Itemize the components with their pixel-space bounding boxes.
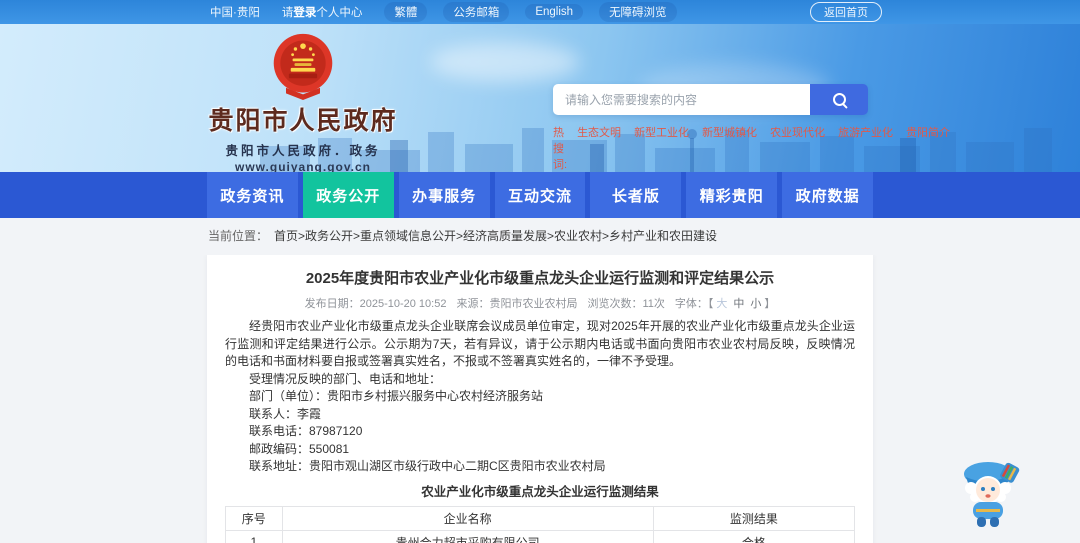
site-url: www.guiyang.gov.cn [234, 160, 371, 172]
page: 中国·贵阳 请登录个人中心 繁體 公务邮箱 English 无障碍浏览 返回首页 [0, 0, 1080, 543]
table-header-row: 序号 企业名称 监测结果 [225, 505, 856, 531]
login-prefix: 请 [281, 7, 294, 19]
hot-word-2[interactable]: 新型工业化 [634, 124, 689, 172]
nav-item-gov-data[interactable]: 政府数据 [782, 172, 874, 218]
breadcrumb: 当前位置： 首页>政务公开>重点领域信息公开>经济高质量发展>农业农村>乡村产业和… [0, 218, 1080, 255]
hot-word-1[interactable]: 生态文明 [577, 124, 621, 172]
site-brand[interactable]: 贵阳市人民政府 贵阳市人民政府．政务 www.guiyang.gov.cn [207, 31, 399, 172]
site-banner: 贵阳市人民政府 贵阳市人民政府．政务 www.guiyang.gov.cn 热搜… [0, 24, 1080, 172]
nav-item-elderly[interactable]: 长者版 [590, 172, 682, 218]
main-content: 2025年度贵阳市农业产业化市级重点龙头企业运行监测和评定结果公示 发布日期：2… [0, 255, 1080, 543]
search-box [553, 84, 868, 115]
nav-items: 政务资讯 政务公开 办事服务 互动交流 长者版 精彩贵阳 政府数据 [207, 172, 874, 218]
topbar-english[interactable]: English [525, 4, 584, 20]
article-title: 2025年度贵阳市农业产业化市级重点龙头企业运行监测和评定结果公示 [305, 270, 775, 287]
hot-word-6[interactable]: 贵阳简介 [906, 124, 950, 172]
hot-word-5[interactable]: 旅游产业化 [838, 124, 893, 172]
row-seq: 1 [225, 529, 283, 543]
article-body: 经贵阳市农业产业化市级重点龙头企业联席会议成员单位审定，现对2025年开展的农业… [225, 318, 855, 476]
site-subtitle: 贵阳市人民政府．政务 [225, 144, 381, 158]
topbar-accessibility[interactable]: 无障碍浏览 [599, 2, 677, 22]
national-emblem-icon [273, 33, 333, 100]
nav-item-news[interactable]: 政务资讯 [207, 172, 298, 218]
font-size-small-button[interactable]: 小 [750, 298, 761, 310]
back-home-button[interactable]: 返回首页 [810, 2, 882, 22]
article-card: 2025年度贵阳市农业产业化市级重点龙头企业运行监测和评定结果公示 发布日期：2… [207, 255, 873, 543]
font-size-large-button[interactable]: 大 [716, 298, 727, 310]
topbar: 中国·贵阳 请登录个人中心 繁體 公务邮箱 English 无障碍浏览 返回首页 [0, 0, 1080, 24]
monitor-result-table: 序号 企业名称 监测结果 1 贵州合力超市采购有限公司 合格 2 贵州友禾种业有… [225, 505, 856, 543]
views-label: 浏览次数： [587, 298, 643, 310]
font-size-medium-button[interactable]: 中 [733, 298, 744, 310]
breadcrumb-label: 当前位置： [208, 229, 269, 243]
contact-address-line: 联系地址：贵阳市观山湖区市级行政中心二期C区贵阳市农业农村局 [249, 459, 606, 473]
site-name: 贵阳市人民政府 [208, 107, 398, 135]
source-value: 贵阳市农业农村局 [489, 298, 578, 310]
hot-search-label: 热搜词: [553, 127, 568, 171]
nav-item-highlights[interactable]: 精彩贵阳 [686, 172, 778, 218]
main-nav: 政务资讯 政务公开 办事服务 互动交流 长者版 精彩贵阳 政府数据 [0, 172, 1080, 218]
source-label: 来源： [456, 298, 490, 310]
publish-date: 2025-10-20 10:52 [359, 298, 447, 310]
publish-date-label: 发布日期： [304, 298, 360, 310]
cloud-decoration [430, 42, 580, 82]
font-size-label: 字体：【 [674, 298, 714, 310]
login-link[interactable]: 登录 [293, 7, 316, 19]
topbar-region[interactable]: 中国·贵阳 [210, 4, 260, 20]
contact-department-line: 部门（单位）：贵阳市乡村振兴服务中心农村经济服务站 [249, 389, 544, 403]
header-result: 监测结果 [652, 505, 856, 531]
search-button[interactable] [810, 84, 868, 115]
postal-code-line: 邮政编码：550081 [249, 441, 350, 456]
contact-phone-line: 联系电话：87987120 [249, 424, 363, 438]
font-size-label-close: 】 [764, 298, 776, 310]
article-paragraph-contact-heading: 受理情况反映的部门、电话和地址： [249, 371, 442, 386]
hot-search-row: 热搜词: 生态文明 新型工业化 新型城镇化 农业现代化 旅游产业化 贵阳简介 [553, 124, 950, 172]
contact-person-line: 联系人：李霞 [249, 406, 322, 421]
header-company: 企业名称 [281, 505, 654, 531]
hot-word-4[interactable]: 农业现代化 [770, 124, 825, 172]
hot-word-3[interactable]: 新型城镇化 [702, 124, 757, 172]
login-suffix: 个人中心 [316, 7, 363, 19]
nav-item-services[interactable]: 办事服务 [398, 172, 490, 218]
search-area: 热搜词: 生态文明 新型工业化 新型城镇化 农业现代化 旅游产业化 贵阳简介 [553, 84, 950, 172]
search-input[interactable] [553, 84, 810, 115]
row-result: 合格 [652, 529, 856, 543]
mascot-icon[interactable] [958, 457, 1024, 529]
article-paragraph-intro: 经贵阳市农业产业化市级重点龙头企业联席会议成员单位审定，现对2025年开展的农业… [225, 319, 855, 368]
search-icon [832, 93, 846, 106]
nav-item-disclosure[interactable]: 政务公开 [302, 172, 394, 218]
table-row: 1 贵州合力超市采购有限公司 合格 [225, 529, 856, 543]
topbar-login[interactable]: 请登录个人中心 [282, 4, 363, 20]
table-caption: 农业产业化市级重点龙头企业运行监测结果 [421, 484, 659, 499]
article-meta: 发布日期：2025-10-20 10:52 来源：贵阳市农业农村局 浏览次数：11次… [225, 295, 855, 311]
header-seq: 序号 [225, 505, 283, 531]
nav-item-interaction[interactable]: 互动交流 [494, 172, 586, 218]
views-value: 11次 [642, 298, 665, 310]
row-company: 贵州合力超市采购有限公司 [281, 529, 654, 543]
topbar-traditional[interactable]: 繁體 [384, 2, 428, 22]
breadcrumb-path[interactable]: 首页>政务公开>重点领域信息公开>经济高质量发展>农业农村>乡村产业和农田建设 [274, 229, 717, 243]
topbar-mailbox[interactable]: 公务邮箱 [443, 2, 510, 22]
